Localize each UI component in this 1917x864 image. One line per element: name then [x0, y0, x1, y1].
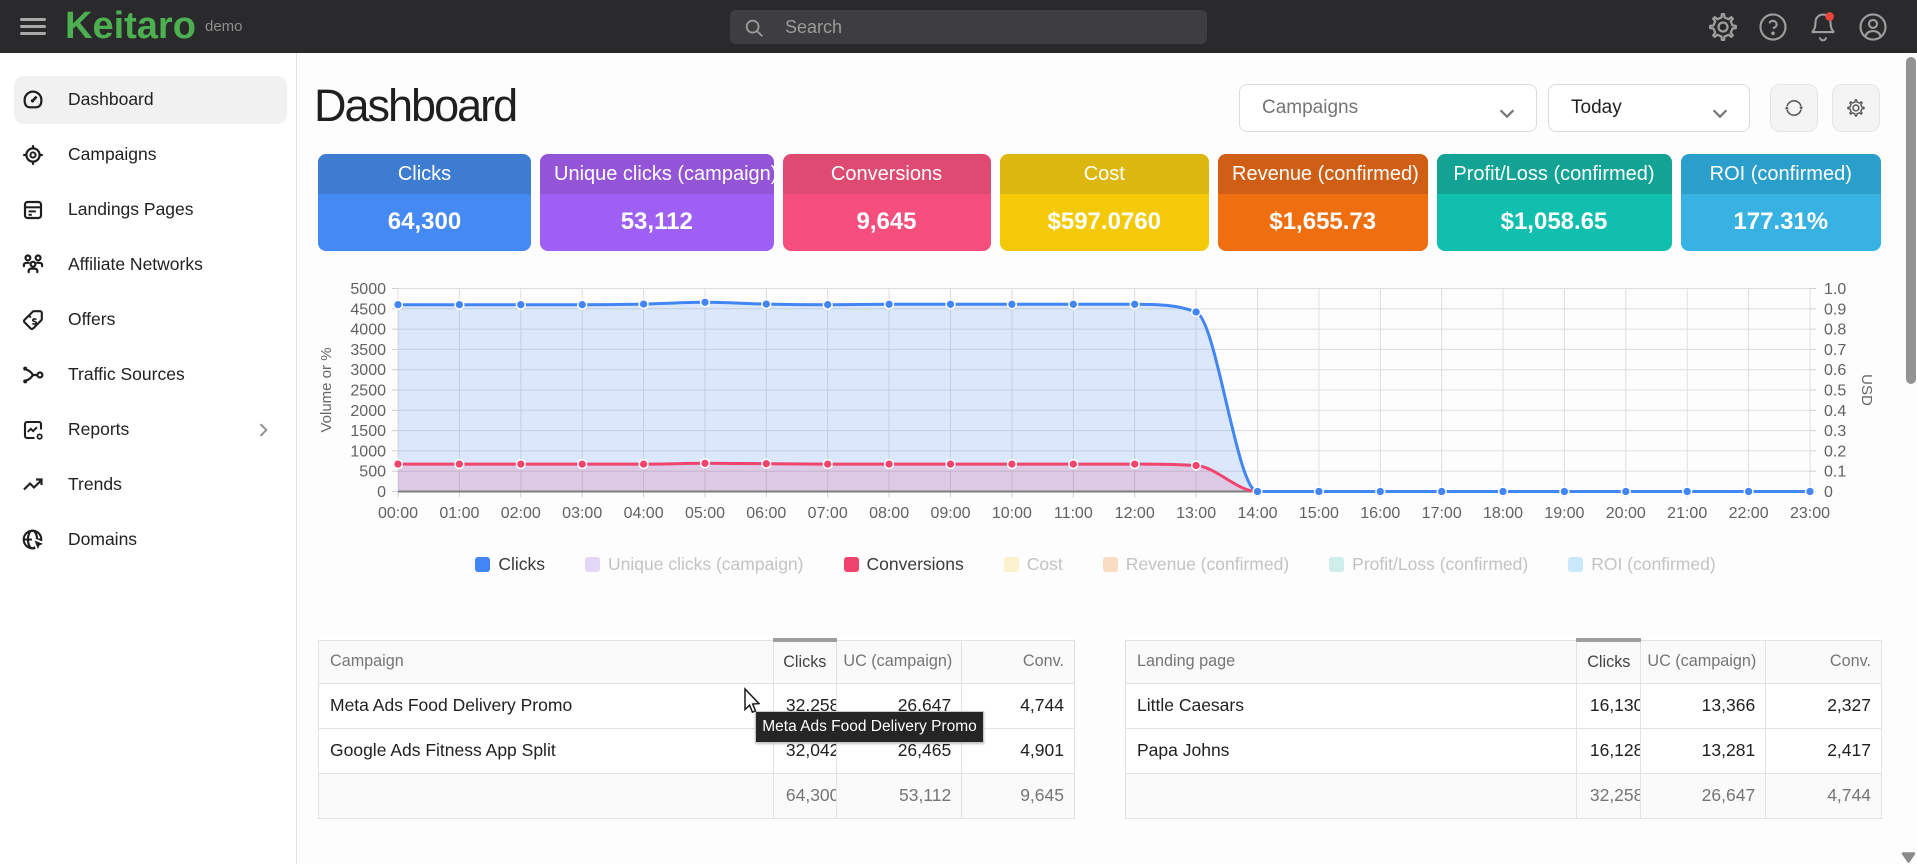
svg-text:09:00: 09:00: [930, 505, 970, 522]
svg-text:22:00: 22:00: [1729, 505, 1769, 522]
svg-text:0.6: 0.6: [1824, 362, 1846, 379]
svg-text:4000: 4000: [350, 322, 386, 339]
svg-text:0.9: 0.9: [1824, 301, 1846, 318]
svg-text:Volume or %: Volume or %: [318, 347, 335, 432]
svg-text:21:00: 21:00: [1667, 505, 1707, 522]
svg-text:15:00: 15:00: [1299, 505, 1339, 522]
svg-text:08:00: 08:00: [869, 505, 909, 522]
svg-text:20:00: 20:00: [1606, 505, 1646, 522]
svg-text:01:00: 01:00: [439, 505, 479, 522]
svg-text:06:00: 06:00: [746, 505, 786, 522]
svg-text:03:00: 03:00: [562, 505, 602, 522]
svg-text:12:00: 12:00: [1115, 505, 1155, 522]
svg-text:05:00: 05:00: [685, 505, 725, 522]
svg-text:3500: 3500: [350, 342, 386, 359]
svg-text:5000: 5000: [350, 281, 386, 298]
svg-text:0.7: 0.7: [1824, 342, 1846, 359]
svg-text:0: 0: [1824, 484, 1833, 501]
svg-text:00:00: 00:00: [378, 505, 418, 522]
svg-text:13:00: 13:00: [1176, 505, 1216, 522]
svg-text:4500: 4500: [350, 301, 386, 318]
svg-text:2500: 2500: [350, 383, 386, 400]
svg-text:0.5: 0.5: [1824, 383, 1846, 400]
svg-text:0: 0: [377, 484, 386, 501]
svg-text:0.1: 0.1: [1824, 464, 1846, 481]
svg-text:500: 500: [359, 464, 386, 481]
svg-text:18:00: 18:00: [1483, 505, 1523, 522]
svg-text:14:00: 14:00: [1237, 505, 1277, 522]
svg-text:2000: 2000: [350, 403, 386, 420]
svg-text:1.0: 1.0: [1824, 281, 1846, 298]
svg-text:17:00: 17:00: [1422, 505, 1462, 522]
svg-text:0.8: 0.8: [1824, 322, 1846, 339]
svg-text:23:00: 23:00: [1790, 505, 1830, 522]
svg-text:0.4: 0.4: [1824, 403, 1846, 420]
svg-text:1000: 1000: [350, 443, 386, 460]
svg-text:16:00: 16:00: [1360, 505, 1400, 522]
svg-text:07:00: 07:00: [808, 505, 848, 522]
svg-text:1500: 1500: [350, 423, 386, 440]
svg-text:04:00: 04:00: [624, 505, 664, 522]
svg-text:0.3: 0.3: [1824, 423, 1846, 440]
svg-text:10:00: 10:00: [992, 505, 1032, 522]
svg-text:02:00: 02:00: [501, 505, 541, 522]
svg-text:USD: USD: [1858, 374, 1875, 406]
svg-text:11:00: 11:00: [1054, 505, 1093, 522]
svg-text:3000: 3000: [350, 362, 386, 379]
svg-text:0.2: 0.2: [1824, 443, 1846, 460]
svg-text:19:00: 19:00: [1544, 505, 1584, 522]
